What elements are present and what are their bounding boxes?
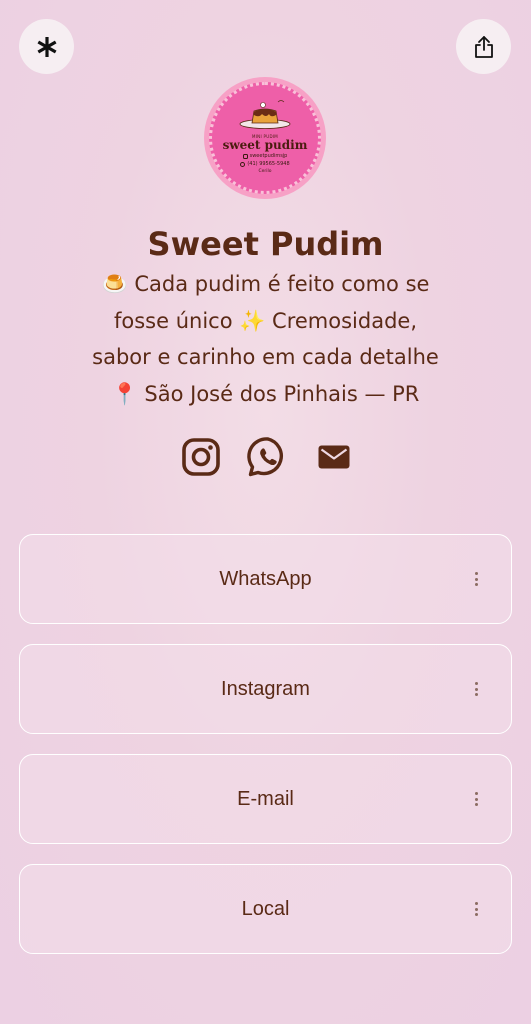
more-options-icon[interactable] <box>471 569 481 589</box>
social-icons <box>0 436 531 482</box>
link-label: WhatsApp <box>219 567 312 590</box>
link-label: Local <box>241 897 290 920</box>
pudding-cake-icon <box>238 99 292 133</box>
link-label: Instagram <box>221 677 310 700</box>
profile-avatar: MINI PUDIM sweet pudim sweetpudimsjp (41… <box>204 77 326 199</box>
envelope-icon <box>318 445 350 473</box>
bio-line: fosse único ✨ Cremosidade, <box>113 308 418 333</box>
link-button-local[interactable]: Local <box>19 864 512 954</box>
more-options-icon[interactable] <box>471 899 481 919</box>
whatsapp-social-link[interactable] <box>246 436 289 482</box>
link-button-instagram[interactable]: Instagram <box>19 644 512 734</box>
mini-whatsapp-icon <box>240 161 246 167</box>
avatar-phone: (41) 99565-5948 <box>247 161 290 167</box>
link-button-email[interactable]: E-mail <box>19 754 512 844</box>
avatar-city: Cerilo <box>258 169 272 174</box>
linktree-asterisk-icon <box>36 36 58 58</box>
avatar-logo: MINI PUDIM sweet pudim sweetpudimsjp (41… <box>209 82 321 194</box>
share-icon <box>473 35 495 59</box>
more-options-icon[interactable] <box>471 789 481 809</box>
link-list: WhatsApp Instagram E-mail Local <box>19 534 512 974</box>
bio-line: 🍮 Cada pudim é feito como se <box>101 272 430 296</box>
bio-line: 📍 São José dos Pinhais — PR <box>111 381 420 406</box>
profile-name: Sweet Pudim <box>147 225 384 263</box>
avatar-instagram-handle: sweetpudimsjp <box>249 153 288 159</box>
link-button-whatsapp[interactable]: WhatsApp <box>19 534 512 624</box>
bio-line: sabor e carinho em cada detalhe <box>92 345 439 369</box>
avatar-instagram-line: sweetpudimsjp <box>242 152 288 160</box>
whatsapp-icon <box>246 436 289 482</box>
instagram-social-link[interactable] <box>181 438 220 480</box>
avatar-phone-line: (41) 99565-5948 <box>240 160 290 168</box>
linktree-button[interactable] <box>19 19 74 74</box>
instagram-icon <box>181 438 220 480</box>
profile-bio: 🍮 Cada pudim é feito como se fosse único… <box>0 266 531 412</box>
avatar-brand-name: sweet pudim <box>222 138 308 152</box>
email-social-link[interactable] <box>318 445 350 473</box>
share-button[interactable] <box>456 19 511 74</box>
link-label: E-mail <box>237 787 294 810</box>
mini-instagram-icon <box>242 153 248 159</box>
more-options-icon[interactable] <box>471 679 481 699</box>
